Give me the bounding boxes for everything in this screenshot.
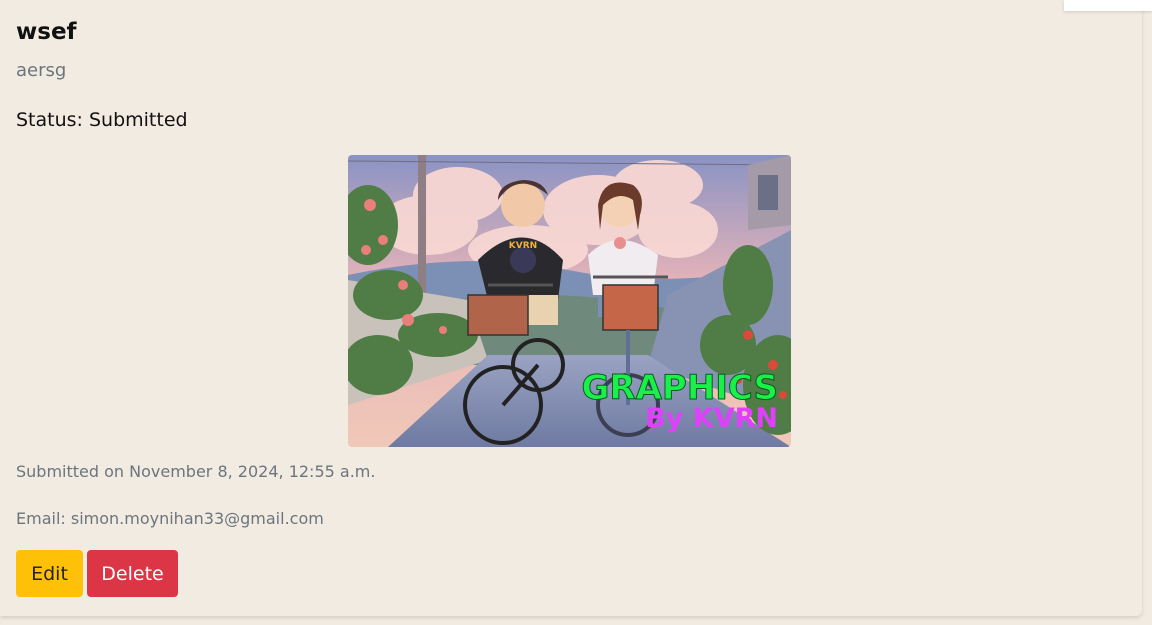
shirt-print: KVRN bbox=[509, 241, 537, 251]
submission-status: Status: Submitted bbox=[16, 109, 188, 131]
dropdown-panel bbox=[1064, 0, 1152, 11]
submission-description: aersg bbox=[16, 60, 67, 81]
delete-button[interactable]: Delete bbox=[87, 550, 178, 597]
submission-image: KVRN GRAPHICS By KVRN bbox=[348, 155, 791, 447]
overlay-subtitle: By KVRN bbox=[645, 403, 778, 434]
submitter-email: Email: simon.moynihan33@gmail.com bbox=[16, 509, 324, 528]
edit-button[interactable]: Edit bbox=[16, 550, 83, 597]
submission-title: wsef bbox=[16, 19, 77, 45]
overlay-title: GRAPHICS bbox=[582, 368, 779, 408]
submission-card: wsef aersg Status: Submitted KVRN GRAPHI… bbox=[0, 0, 1142, 616]
submitted-date: Submitted on November 8, 2024, 12:55 a.m… bbox=[16, 462, 376, 481]
